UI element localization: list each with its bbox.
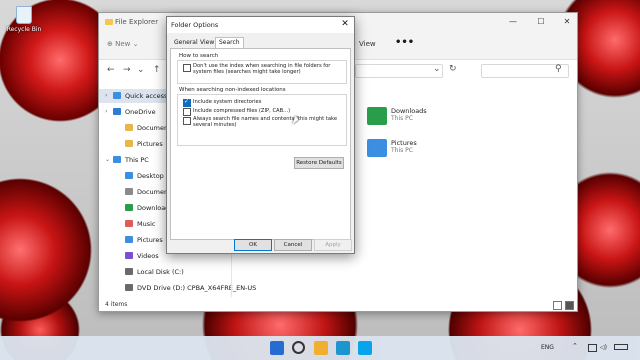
non-indexed-label: When searching non-indexed locations <box>179 87 286 93</box>
download-icon <box>125 204 133 211</box>
ok-button[interactable]: OK <box>234 239 272 251</box>
close-button[interactable]: ✕ <box>561 17 573 27</box>
folder-item[interactable]: Pictures This PC <box>367 139 447 161</box>
edge-icon[interactable] <box>336 341 350 355</box>
folder-item[interactable]: Downloads This PC <box>367 107 447 129</box>
recycle-bin-icon <box>16 6 32 24</box>
forward-arrow-icon[interactable]: → <box>123 65 131 75</box>
new-button[interactable]: ⊕ New ⌄ <box>107 40 138 48</box>
address-chevron-icon[interactable]: ⌄ <box>433 64 441 74</box>
sidebar-item-label: Desktop <box>137 172 164 180</box>
refresh-icon[interactable]: ↻ <box>449 64 457 74</box>
view-button[interactable]: View <box>359 40 376 48</box>
up-arrow-icon[interactable]: ↑ <box>153 65 161 75</box>
cloud-icon <box>113 108 121 115</box>
back-arrow-icon[interactable]: ← <box>107 65 115 75</box>
dvd-icon <box>125 284 133 291</box>
dont-use-index-checkbox[interactable] <box>183 64 191 72</box>
sidebar-item-label: Local Disk (C:) <box>137 268 184 276</box>
folder-icon <box>105 19 113 25</box>
monitor-icon[interactable] <box>588 344 597 352</box>
recycle-bin-label: Recycle Bin <box>6 26 42 33</box>
sidebar-item-label: OneDrive <box>125 108 156 116</box>
dialog-close-button[interactable]: ✕ <box>340 19 350 29</box>
taskbar: ⌃ ENG ◁) <box>0 336 640 360</box>
battery-icon[interactable] <box>614 344 628 350</box>
sidebar-item-label: Quick access <box>125 92 168 100</box>
videos-icon <box>125 252 133 259</box>
restore-defaults-button[interactable]: Restore Defaults <box>294 157 344 169</box>
expand-chevron-icon[interactable]: › <box>105 105 107 119</box>
include-compressed-files-checkbox[interactable] <box>183 108 191 116</box>
pictures-icon <box>125 236 133 243</box>
folder-icon <box>367 107 387 125</box>
recycle-bin[interactable]: Recycle Bin <box>4 6 44 33</box>
disk-icon <box>125 268 133 275</box>
sidebar-item-label: Pictures <box>137 236 163 244</box>
folder-icon <box>367 139 387 157</box>
volume-icon[interactable]: ◁) <box>600 344 607 351</box>
include-system-directories-label: Include system directories <box>193 99 262 105</box>
skype-icon[interactable] <box>358 341 372 355</box>
search-icon: ⚲ <box>555 64 562 74</box>
sidebar-item-label: Pictures <box>137 140 163 148</box>
folder-options-dialog: Folder Options ✕ General View Search How… <box>166 16 355 254</box>
sidebar-item-label: Music <box>137 220 156 228</box>
tiles-view-icon[interactable] <box>565 301 574 310</box>
search-contents-checkbox[interactable] <box>183 117 191 125</box>
tray-chevron-icon[interactable]: ⌃ <box>572 342 578 350</box>
cancel-button[interactable]: Cancel <box>274 239 312 251</box>
sidebar-item-label: Videos <box>137 252 159 260</box>
language-indicator[interactable]: ENG <box>541 344 554 351</box>
explorer-title: File Explorer <box>115 18 159 26</box>
include-compressed-files-label: Include compressed files (ZIP, CAB...) <box>193 108 291 114</box>
minimize-button[interactable]: — <box>507 17 519 27</box>
status-bar: 4 items <box>99 299 577 311</box>
search-contents-label: Always search file names and contents (t… <box>193 116 338 128</box>
windows-start-icon[interactable] <box>270 341 284 355</box>
details-view-icon[interactable] <box>553 301 562 310</box>
expand-chevron-icon[interactable]: ⌄ <box>105 153 110 167</box>
sidebar-item-label: This PC <box>125 156 149 164</box>
dialog-titlebar: Folder Options ✕ <box>167 17 354 33</box>
documents-icon <box>125 188 133 195</box>
music-icon <box>125 220 133 227</box>
star-icon <box>113 92 121 99</box>
address-bar[interactable] <box>355 64 443 78</box>
apply-button[interactable]: Apply <box>314 239 352 251</box>
desktop-icon <box>125 172 133 179</box>
file-explorer-icon[interactable] <box>314 341 328 355</box>
dont-use-index-label: Don't use the index when searching in fi… <box>193 63 331 75</box>
folder-location: This PC <box>391 115 413 122</box>
dialog-title: Folder Options <box>171 21 219 29</box>
maximize-button[interactable]: ☐ <box>535 17 547 27</box>
folder-name: Downloads <box>391 107 427 115</box>
item-count: 4 items <box>105 301 128 308</box>
folder-name: Pictures <box>391 139 417 147</box>
folder-location: This PC <box>391 147 413 154</box>
more-options-button[interactable]: ••• <box>395 37 414 48</box>
search-tab-panel: How to search Don't use the index when s… <box>170 48 351 240</box>
recent-chevron-icon[interactable]: ⌄ <box>137 65 145 75</box>
include-system-directories-checkbox[interactable] <box>183 98 191 107</box>
sidebar-item[interactable]: Local Disk (C:) <box>99 265 229 279</box>
expand-chevron-icon[interactable]: › <box>105 89 107 103</box>
how-to-search-label: How to search <box>179 53 219 59</box>
folder-icon <box>125 124 133 131</box>
folder-icon <box>125 140 133 147</box>
monitor-icon <box>113 156 121 163</box>
sidebar-item[interactable]: DVD Drive (D:) CPBA_X64FRE_EN-US <box>99 281 256 295</box>
search-icon[interactable] <box>292 341 305 354</box>
